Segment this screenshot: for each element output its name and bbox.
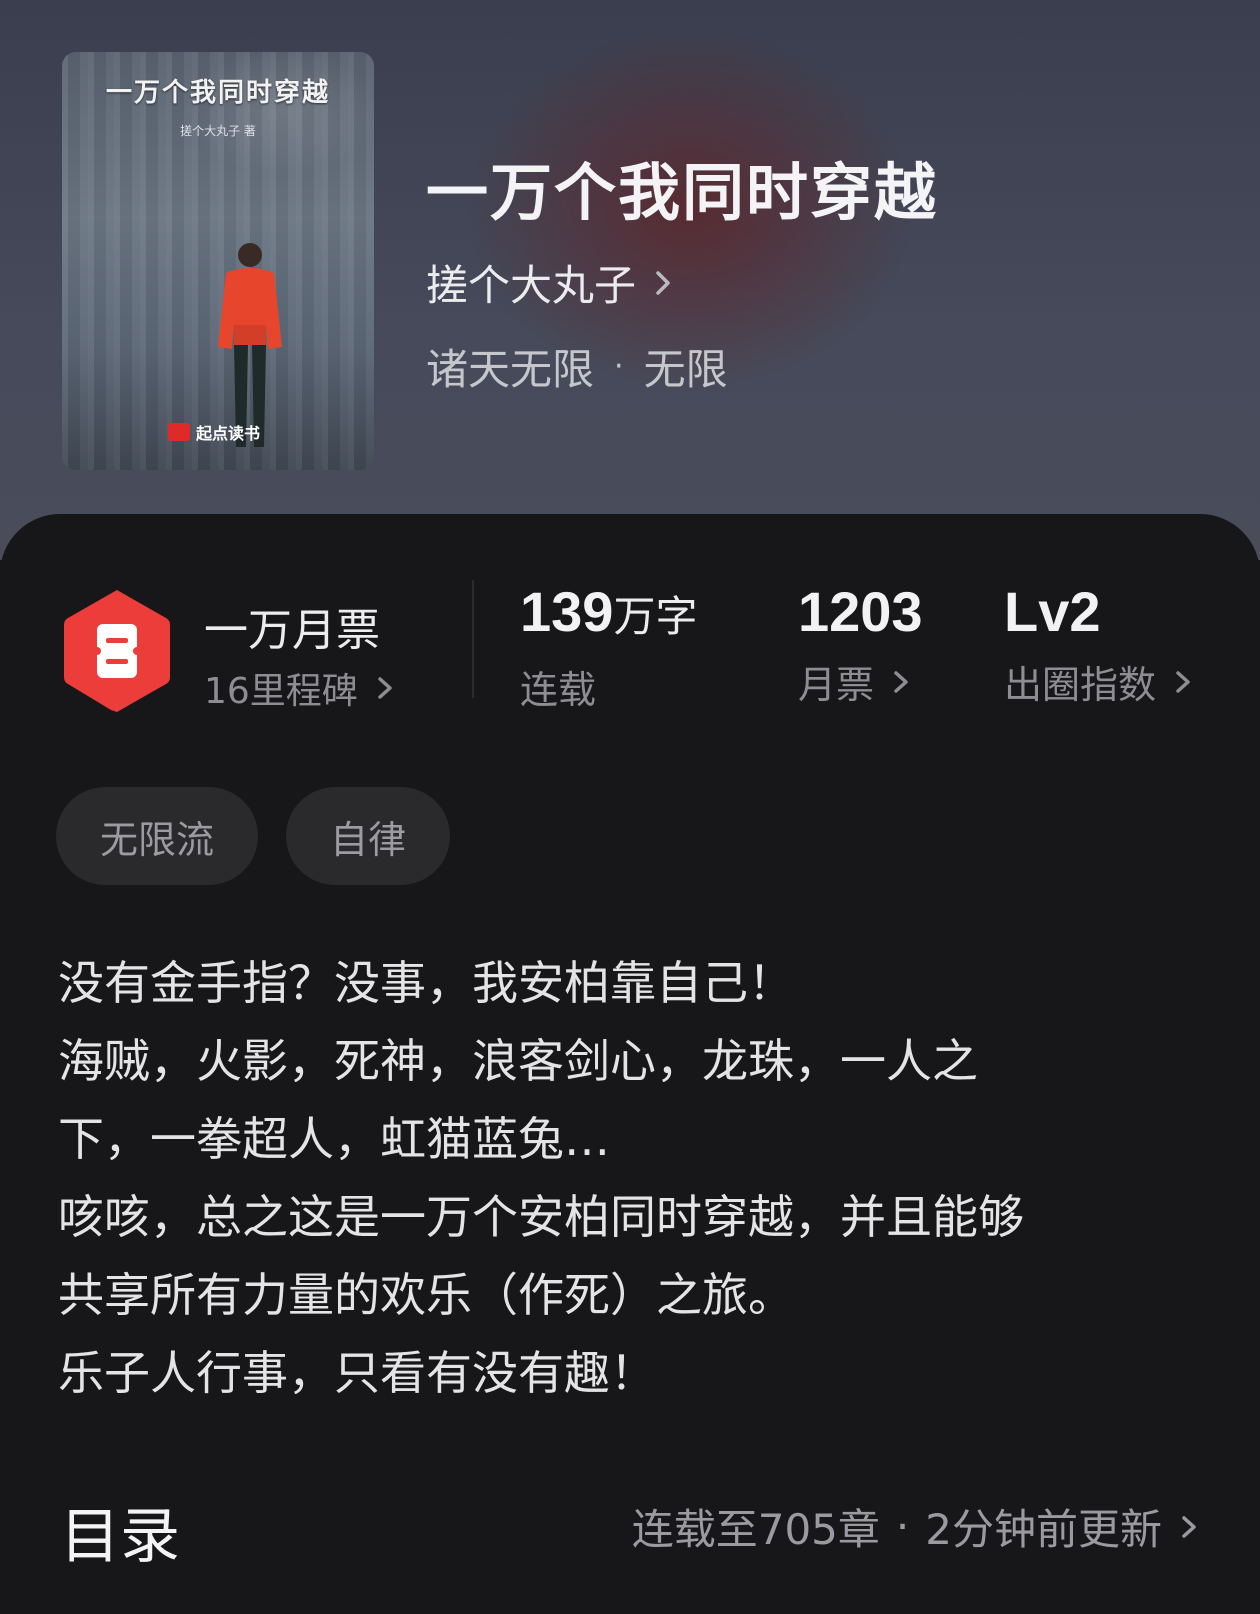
popularity-level: Lv2 (1004, 580, 1101, 643)
synopsis[interactable]: 没有金手指？没事，我安柏靠自己！ 海贼，火影，死神，浪客剑心，龙珠，一人之 下，… (58, 944, 1208, 1412)
monthly-ticket-label: 月票 (798, 663, 875, 707)
author-link[interactable]: 搓个大丸子 (426, 252, 676, 313)
toc-separator: · (895, 1502, 910, 1551)
qidian-logo-icon (168, 423, 190, 441)
toc-status-link[interactable]: 连载至705章 · 2分钟前更新 (632, 1496, 1198, 1557)
cover-brand: 起点读书 (168, 420, 260, 444)
chevron-right-icon (1176, 670, 1190, 693)
synopsis-line: 没有金手指？没事，我安柏靠自己！ (58, 956, 794, 1010)
synopsis-line: 海贼，火影，死神，浪客剑心，龙珠，一人之 (58, 1034, 978, 1088)
monthly-ticket-value: 1203 (798, 580, 923, 643)
author-name: 搓个大丸子 (426, 261, 637, 310)
cover-author: 搓个大丸子 著 (180, 124, 256, 138)
chevron-right-icon (894, 670, 908, 693)
genre-line: 诸天无限 · 无限 (426, 336, 728, 397)
word-count-stat: 139万字 连载 (520, 580, 697, 714)
word-count-label: 连载 (520, 668, 597, 712)
word-count-unit: 万字 (613, 593, 698, 640)
word-count-value: 139 (520, 580, 614, 643)
toc-updated: 2分钟前更新 (925, 1505, 1162, 1554)
tag-chip[interactable]: 无限流 (56, 787, 259, 885)
book-cover[interactable]: 一万个我同时穿越 搓个大丸子 著 起点读书 (62, 52, 374, 470)
popularity-label: 出圈指数 (1004, 663, 1157, 707)
synopsis-line: 乐子人行事，只看有没有趣！ (58, 1346, 656, 1400)
cover-brand-label: 起点读书 (196, 424, 261, 443)
synopsis-line: 下，一拳超人，虹猫蓝兔… (58, 1112, 610, 1166)
ticket-milestone-title[interactable]: 一万月票 (204, 594, 380, 658)
tag-list: 无限流 自律 (56, 787, 451, 885)
book-title: 一万个我同时穿越 (426, 156, 939, 229)
toc-chapter-status: 连载至705章 (631, 1505, 880, 1554)
genre-secondary[interactable]: 无限 (644, 336, 728, 397)
chevron-right-icon (656, 270, 670, 295)
synopsis-line: 咳咳，总之这是一万个安柏同时穿越，并且能够 (58, 1190, 1024, 1244)
stats-divider (472, 580, 474, 698)
synopsis-line: 共享所有力量的欢乐（作死）之旅。 (58, 1268, 794, 1322)
book-header: 一万个我同时穿越 搓个大丸子 著 起点读书 一万个我同时穿越 搓个大丸子 诸天无… (0, 0, 1260, 560)
ticket-milestone-link[interactable]: 16里程碑 (204, 662, 394, 714)
genre-primary[interactable]: 诸天无限 (426, 336, 594, 397)
monthly-ticket-icon[interactable] (60, 586, 174, 716)
cover-title: 一万个我同时穿越 (105, 78, 330, 108)
tag-chip[interactable]: 自律 (286, 787, 451, 885)
toc-title[interactable]: 目录 (60, 1488, 180, 1575)
monthly-ticket-stat[interactable]: 1203 月票 (798, 580, 923, 709)
genre-separator: · (614, 349, 624, 384)
chevron-right-icon (1182, 1515, 1196, 1538)
ticket-milestone-subtitle: 16里程碑 (204, 671, 358, 712)
popularity-stat[interactable]: Lv2 出圈指数 (1004, 580, 1192, 709)
chevron-right-icon (378, 677, 392, 699)
